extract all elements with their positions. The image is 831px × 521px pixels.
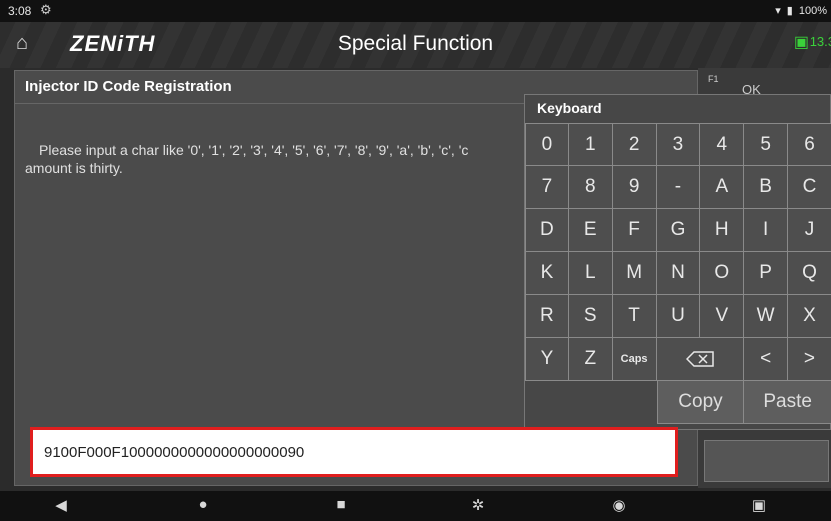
key-3[interactable]: 3 <box>656 123 701 166</box>
on-screen-keyboard: Keyboard 0 1 2 3 4 5 6 7 8 9 - A B C D E… <box>524 94 831 430</box>
key-8[interactable]: 8 <box>568 166 613 209</box>
status-bar: 3:08 ⚙ ▾ ▮ 100% <box>0 0 831 22</box>
keyboard-keys: 0 1 2 3 4 5 6 7 8 9 - A B C D E F G H I … <box>525 123 831 424</box>
key-a[interactable]: A <box>700 166 745 209</box>
cursor-right-key[interactable]: > <box>788 338 831 381</box>
key-4[interactable]: 4 <box>700 123 745 166</box>
recent-apps-icon[interactable]: ■ <box>326 496 356 513</box>
key-p[interactable]: P <box>744 252 789 295</box>
key-2[interactable]: 2 <box>612 123 657 166</box>
app-header: ⌂ ZENiTH Special Function ▣ 13.3 <box>0 22 831 68</box>
browser-icon[interactable]: ◉ <box>604 496 634 514</box>
key-l[interactable]: L <box>568 252 613 295</box>
page-title: Special Function <box>337 32 494 55</box>
f1-label: F1 <box>708 74 719 84</box>
dialog-message: Please input a char like '0', '1', '2', … <box>25 141 525 177</box>
key-t[interactable]: T <box>612 295 657 338</box>
key-c[interactable]: C <box>788 166 831 209</box>
caps-key[interactable]: Caps <box>612 338 657 381</box>
key-f[interactable]: F <box>612 209 657 252</box>
key-7[interactable]: 7 <box>525 166 569 209</box>
paste-button[interactable]: Paste <box>744 381 831 424</box>
key-v[interactable]: V <box>700 295 745 338</box>
copy-button[interactable]: Copy <box>656 381 745 424</box>
cursor-left-key[interactable]: < <box>744 338 789 381</box>
injector-code-input[interactable] <box>33 430 675 474</box>
key-9[interactable]: 9 <box>612 166 657 209</box>
key-dash[interactable]: - <box>656 166 701 209</box>
key-0[interactable]: 0 <box>525 123 569 166</box>
screen: 3:08 ⚙ ▾ ▮ 100% ⌂ ZENiTH Special Functio… <box>0 0 831 521</box>
wifi-icon: ▾ <box>775 5 781 17</box>
key-k[interactable]: K <box>525 252 569 295</box>
message-line-1: Please input a char like '0', '1', '2', … <box>39 142 469 158</box>
key-x[interactable]: X <box>788 295 831 338</box>
key-e[interactable]: E <box>568 209 613 252</box>
dialog-title: Injector ID Code Registration <box>25 78 232 95</box>
key-q[interactable]: Q <box>788 252 831 295</box>
key-b[interactable]: B <box>744 166 789 209</box>
key-z[interactable]: Z <box>568 338 613 381</box>
key-u[interactable]: U <box>656 295 701 338</box>
key-y[interactable]: Y <box>525 338 569 381</box>
key-r[interactable]: R <box>525 295 569 338</box>
screenshot-icon[interactable]: ▣ <box>744 496 774 514</box>
key-5[interactable]: 5 <box>744 123 789 166</box>
battery-percent: 100% <box>798 4 827 17</box>
navigation-bar: ◀ ● ■ ✲ ◉ ▣ <box>0 491 831 521</box>
status-icons: ▾ ▮ 100% <box>775 4 827 18</box>
status-time: 3:08 <box>8 4 32 18</box>
keyboard-title: Keyboard <box>537 100 602 116</box>
key-i[interactable]: I <box>744 209 789 252</box>
voltage-readout: 13.3 <box>809 34 831 49</box>
settings-icon[interactable]: ✲ <box>463 496 493 514</box>
key-6[interactable]: 6 <box>788 123 831 166</box>
key-s[interactable]: S <box>568 295 613 338</box>
key-1[interactable]: 1 <box>568 123 613 166</box>
key-h[interactable]: H <box>700 209 745 252</box>
backspace-icon <box>685 351 714 367</box>
battery-icon: ▣ <box>793 34 809 51</box>
key-d[interactable]: D <box>525 209 569 252</box>
home-circle-icon[interactable]: ● <box>188 496 218 513</box>
backspace-key[interactable] <box>656 338 745 381</box>
key-j[interactable]: J <box>788 209 831 252</box>
back-icon[interactable]: ◀ <box>46 496 76 514</box>
message-line-2: amount is thirty. <box>25 160 123 176</box>
side-button[interactable] <box>704 440 829 482</box>
key-w[interactable]: W <box>744 295 789 338</box>
key-o[interactable]: O <box>700 252 745 295</box>
battery-icon: ▮ <box>786 5 793 17</box>
injector-code-field[interactable] <box>30 427 678 477</box>
key-m[interactable]: M <box>612 252 657 295</box>
gear-icon: ⚙ <box>40 2 52 17</box>
key-g[interactable]: G <box>656 209 701 252</box>
key-n[interactable]: N <box>656 252 701 295</box>
